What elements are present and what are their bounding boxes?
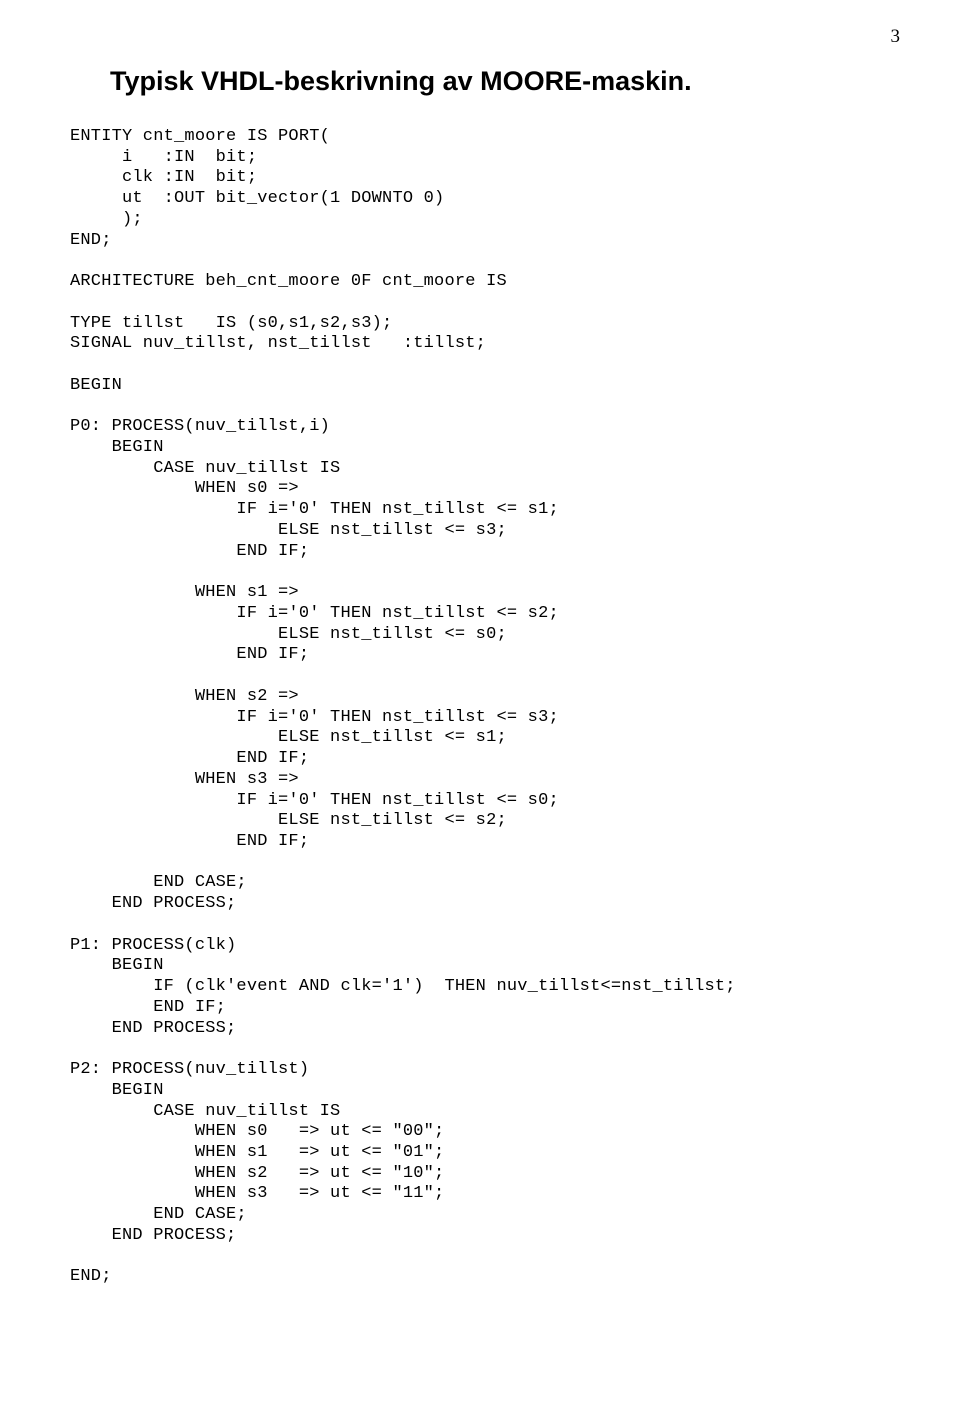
page-title: Typisk VHDL-beskrivning av MOORE-maskin.	[110, 66, 890, 97]
code-block: ENTITY cnt_moore IS PORT( i :IN bit; clk…	[70, 127, 890, 1288]
page-number: 3	[891, 26, 901, 48]
